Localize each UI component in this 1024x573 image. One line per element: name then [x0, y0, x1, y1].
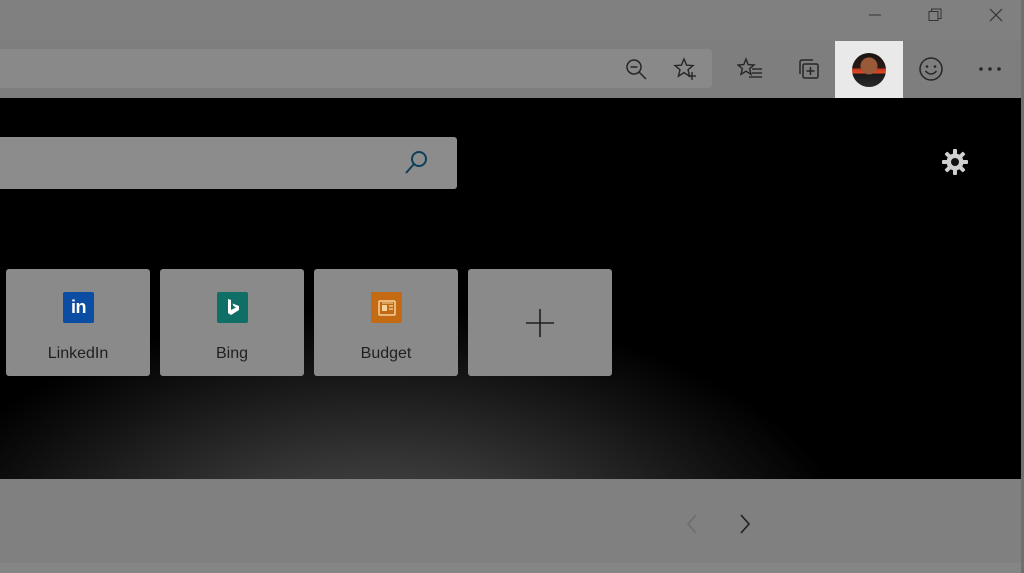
- restore-icon: [928, 8, 942, 21]
- content-feed-area: [0, 479, 1024, 573]
- collections-icon: [799, 59, 819, 79]
- add-quick-link-tile[interactable]: [468, 269, 612, 376]
- feed-next-button[interactable]: [730, 509, 760, 539]
- more-options-button[interactable]: [968, 47, 1012, 91]
- page-settings-button[interactable]: [936, 143, 974, 181]
- ellipsis-icon: [979, 67, 1001, 71]
- minimize-icon: [869, 14, 881, 16]
- restore-button[interactable]: [905, 0, 965, 30]
- tile-label: Bing: [215, 345, 249, 362]
- favorites-list-icon: [737, 57, 762, 78]
- feed-previous-button[interactable]: [677, 509, 707, 539]
- close-icon: [989, 8, 1003, 22]
- feed-cards-strip: [0, 563, 1024, 573]
- zoom-out-icon: [626, 59, 647, 80]
- chevron-right-icon: [740, 514, 751, 534]
- quick-link-tile[interactable]: Bing: [160, 269, 304, 376]
- quick-link-tile[interactable]: Budget: [314, 269, 458, 376]
- browser-toolbar: [0, 40, 1024, 98]
- zoom-out-button[interactable]: [614, 47, 658, 91]
- office-icon: [371, 292, 402, 323]
- collections-button[interactable]: [787, 47, 831, 91]
- search-icon[interactable]: [401, 148, 431, 178]
- close-window-button[interactable]: [966, 0, 1024, 30]
- favorites-button[interactable]: [728, 47, 772, 91]
- web-search-box[interactable]: [0, 137, 457, 189]
- bing-icon: [217, 292, 248, 323]
- minimize-button[interactable]: [845, 0, 905, 30]
- linkedin-icon: in: [63, 292, 94, 323]
- title-bar: [0, 0, 1024, 40]
- profile-button[interactable]: [835, 41, 903, 98]
- add-favorite-button[interactable]: [663, 47, 707, 91]
- feedback-button[interactable]: [909, 47, 953, 91]
- address-bar[interactable]: [0, 49, 712, 88]
- plus-icon: [526, 309, 554, 337]
- new-tab-page: in LinkedIn Bing Budget: [0, 98, 1024, 479]
- chevron-left-icon: [686, 514, 697, 534]
- avatar: [852, 52, 886, 87]
- tile-label: LinkedIn: [47, 345, 109, 362]
- gear-icon: [942, 149, 968, 175]
- smiley-icon: [919, 57, 943, 81]
- quick-link-tile[interactable]: in LinkedIn: [6, 269, 150, 376]
- tile-label: Budget: [360, 345, 412, 362]
- star-plus-icon: [673, 57, 696, 80]
